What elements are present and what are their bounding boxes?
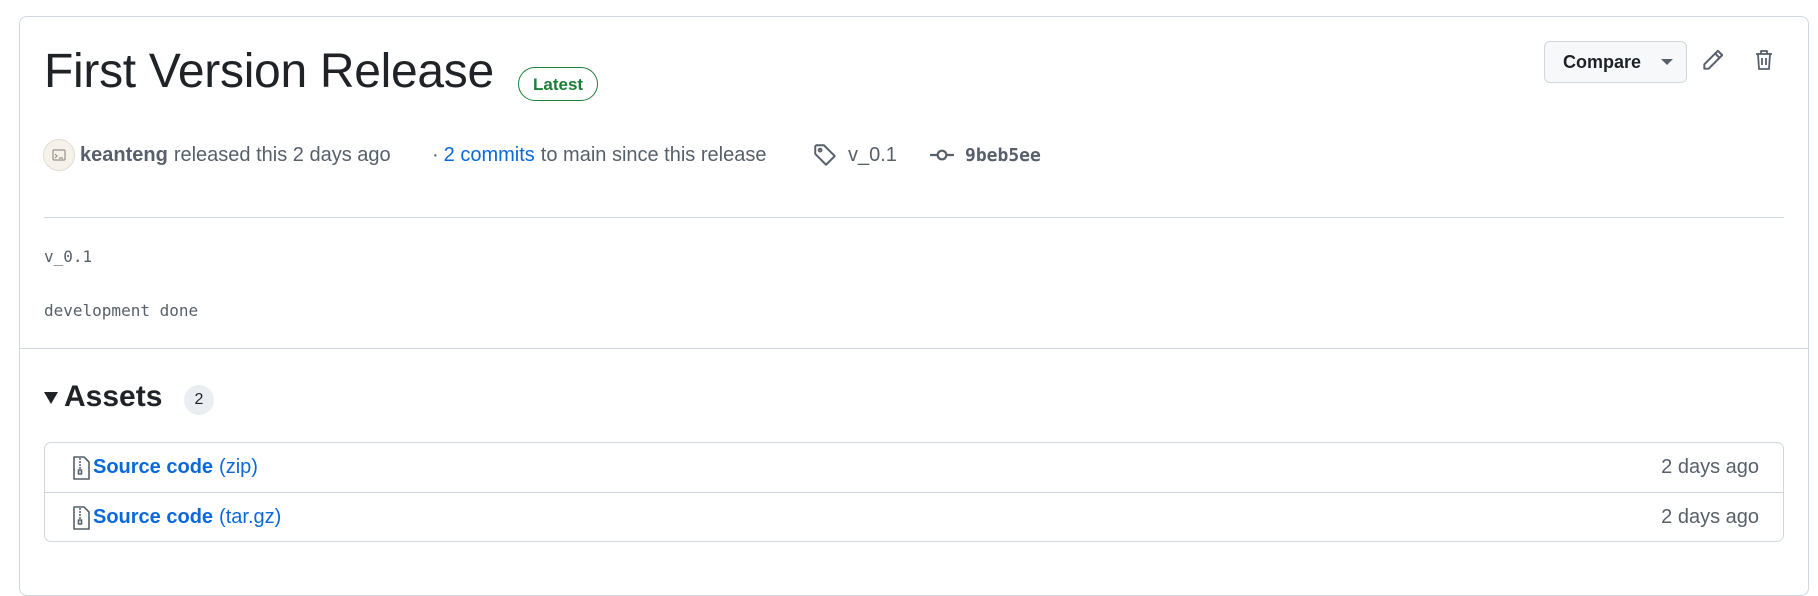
triangle-down-icon [44, 392, 58, 404]
commit-sha: 9beb5ee [965, 144, 1041, 166]
commits-info: · 2 commits to main since this release [432, 140, 766, 170]
commits-suffix: to main since this release [540, 143, 767, 166]
commit-icon [930, 149, 954, 161]
commit-sha-link[interactable]: 9beb5ee [929, 140, 1041, 170]
file-zip-icon [73, 455, 90, 480]
section-divider [20, 348, 1808, 349]
latest-badge: Latest [518, 67, 599, 101]
tag-link[interactable]: v_0.1 [812, 140, 897, 170]
asset-date-zip: 2 days ago [1661, 456, 1759, 478]
tag-icon [814, 144, 836, 166]
assets-count-badge: 2 [184, 385, 214, 415]
commits-separator: · [432, 143, 439, 166]
asset-name-zip[interactable]: Source code [93, 456, 213, 479]
divider [44, 217, 1784, 218]
file-zip-icon [73, 505, 90, 530]
release-notes-line-2: development done [44, 301, 199, 320]
release-meta: keanteng released this 2 days ago [43, 139, 391, 171]
release-title[interactable]: First Version Release [44, 48, 494, 96]
compare-button[interactable]: Compare [1544, 41, 1687, 83]
avatar[interactable] [43, 139, 75, 171]
commits-link[interactable]: 2 commits [444, 144, 535, 167]
released-text: released this 2 days ago [173, 143, 391, 166]
author-link[interactable]: keanteng [80, 144, 168, 167]
avatar-icon [52, 149, 66, 161]
compare-label: Compare [1563, 51, 1642, 72]
tag-label: v_0.1 [848, 143, 897, 166]
asset-row: Source code (zip) 2 days ago [45, 443, 1783, 492]
asset-ext-targz[interactable]: (tar.gz) [219, 506, 281, 529]
edit-button[interactable] [1698, 45, 1728, 75]
trash-icon [1756, 50, 1772, 70]
asset-date-targz: 2 days ago [1661, 506, 1759, 528]
assets-toggle[interactable]: Assets [44, 380, 162, 414]
asset-row: Source code (tar.gz) 2 days ago [45, 493, 1783, 542]
assets-list: Source code (zip) 2 days ago Source code… [44, 442, 1784, 542]
delete-button[interactable] [1749, 45, 1779, 75]
asset-name-targz[interactable]: Source code [93, 506, 213, 529]
assets-heading: Assets [64, 380, 163, 413]
asset-ext-zip[interactable]: (zip) [219, 456, 258, 479]
pencil-icon [1703, 49, 1724, 70]
release-notes-line-1: v_0.1 [44, 247, 93, 266]
chevron-down-icon [1661, 59, 1674, 65]
